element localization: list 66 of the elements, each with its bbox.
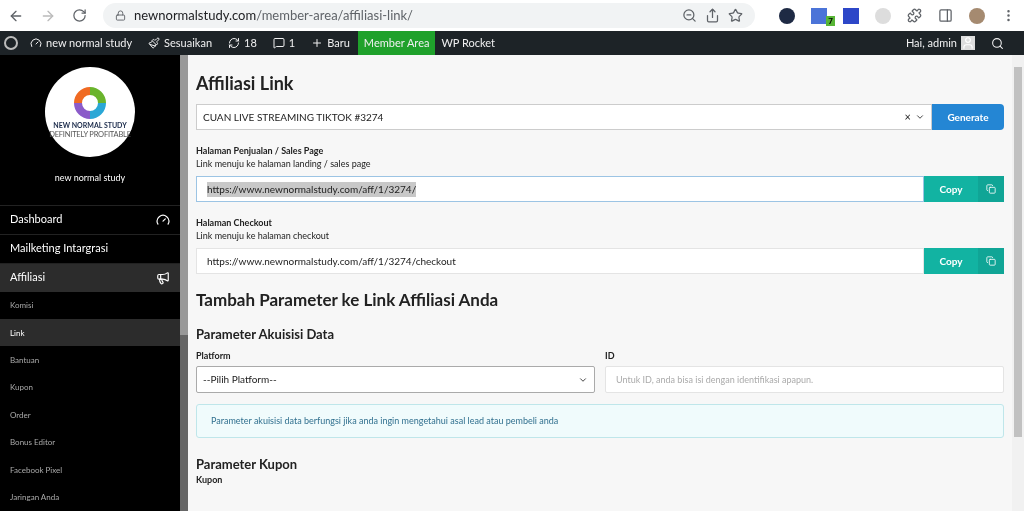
extension-badge: 7 bbox=[826, 15, 835, 26]
extension-icon[interactable] bbox=[843, 7, 859, 24]
customize-link[interactable]: Sesuaikan bbox=[140, 34, 221, 52]
greeting-link[interactable]: Hai, admin bbox=[897, 34, 983, 52]
sidebar-submenu-item[interactable]: Link bbox=[0, 318, 180, 347]
site-link[interactable]: new normal study bbox=[22, 34, 141, 52]
field-label: Platform bbox=[196, 349, 232, 362]
sidebar-submenu-item[interactable]: Kupon bbox=[0, 373, 180, 402]
generate-button[interactable]: Generate bbox=[932, 104, 1004, 130]
field-label: ID bbox=[605, 349, 616, 362]
clear-button[interactable]: × bbox=[904, 108, 911, 126]
comment-icon bbox=[272, 37, 285, 49]
url-text: newnormalstudy.com/member-area/affiliasi-link/ bbox=[134, 5, 413, 25]
share-icon[interactable] bbox=[705, 8, 720, 23]
new-link[interactable]: Baru bbox=[303, 34, 358, 52]
scrollbar-thumb[interactable] bbox=[180, 55, 188, 335]
page-title: Affiliasi Link bbox=[196, 72, 295, 94]
site-name: new normal study bbox=[54, 171, 126, 185]
subsection-title: Parameter Kupon bbox=[196, 456, 299, 473]
info-alert: Parameter akuisisi data berfungsi jika anda ingin mengetahui asal lead atau pembeli anda bbox=[196, 404, 1004, 438]
field-description: Link menuju ke halaman landing / sales page bbox=[196, 157, 372, 170]
subsection-title: Parameter Akuisisi Data bbox=[196, 326, 336, 343]
sidebar-submenu-item[interactable]: Bonus Editor bbox=[0, 428, 180, 456]
profile-avatar[interactable] bbox=[969, 7, 985, 24]
extensions-icon[interactable] bbox=[907, 8, 922, 23]
dashboard-icon bbox=[30, 37, 42, 49]
zoom-out-icon[interactable] bbox=[682, 8, 697, 23]
address-bar[interactable]: newnormalstudy.com/member-area/affiliasi-link/ bbox=[103, 3, 755, 28]
sidebar-submenu-item[interactable]: Order bbox=[0, 401, 180, 429]
sidebar-submenu-item[interactable]: Jaringan Anda bbox=[0, 483, 180, 511]
reload-icon[interactable] bbox=[72, 8, 87, 23]
sidebar-submenu-item[interactable]: Facebook Pixel bbox=[0, 455, 180, 484]
extension-icon[interactable] bbox=[779, 7, 795, 24]
dashboard-icon bbox=[156, 212, 170, 227]
sidebar-submenu-item[interactable]: Komisi bbox=[0, 291, 180, 319]
scrollbar-thumb[interactable] bbox=[1014, 67, 1022, 437]
sidebar-menu-item[interactable]: Affiliasi bbox=[0, 262, 180, 292]
field-label: Kupon bbox=[196, 474, 224, 485]
field-description: Link menuju ke halaman checkout bbox=[196, 229, 331, 242]
lock-icon bbox=[115, 10, 126, 21]
user-avatar-icon bbox=[961, 36, 975, 50]
platform-select[interactable]: --Pilih Platform-- bbox=[196, 366, 595, 393]
link-field[interactable]: https://www.newnormalstudy.com/aff/1/3274/checkout bbox=[196, 248, 924, 274]
megaphone-icon bbox=[156, 270, 170, 285]
sidebar-submenu-item[interactable]: Bantuan bbox=[0, 346, 180, 374]
field-label: Halaman Checkout bbox=[196, 216, 273, 229]
plus-icon bbox=[311, 37, 324, 49]
field-label: Halaman Penjualan / Sales Page bbox=[196, 144, 325, 157]
section-title: Tambah Parameter ke Link Affiliasi Anda bbox=[196, 289, 500, 311]
product-select[interactable]: CUAN LIVE STREAMING TIKTOK #3274 × bbox=[196, 104, 932, 130]
dropdown-caret-icon bbox=[915, 112, 925, 122]
link-field[interactable]: https://www.newnormalstudy.com/aff/1/3274/ bbox=[196, 176, 924, 202]
search-icon[interactable] bbox=[991, 36, 1004, 50]
id-field[interactable]: Untuk ID, anda bisa isi dengan identifikasi apapun. bbox=[605, 366, 1004, 393]
refresh-icon bbox=[228, 37, 241, 49]
copy-icon bbox=[986, 184, 996, 194]
comments-link[interactable]: 1 bbox=[264, 34, 304, 52]
updates-link[interactable]: 18 bbox=[220, 34, 265, 52]
code-extension-icon[interactable] bbox=[811, 7, 827, 24]
wordpress-logo-icon[interactable] bbox=[4, 36, 18, 50]
bookmark-star-icon[interactable] bbox=[728, 8, 743, 23]
side-panel-icon[interactable] bbox=[938, 8, 953, 23]
brush-icon bbox=[148, 37, 161, 49]
admin-bar-link[interactable]: WP Rocket bbox=[435, 31, 501, 55]
logo-mark-icon bbox=[72, 85, 108, 121]
copy-icon bbox=[986, 256, 996, 266]
